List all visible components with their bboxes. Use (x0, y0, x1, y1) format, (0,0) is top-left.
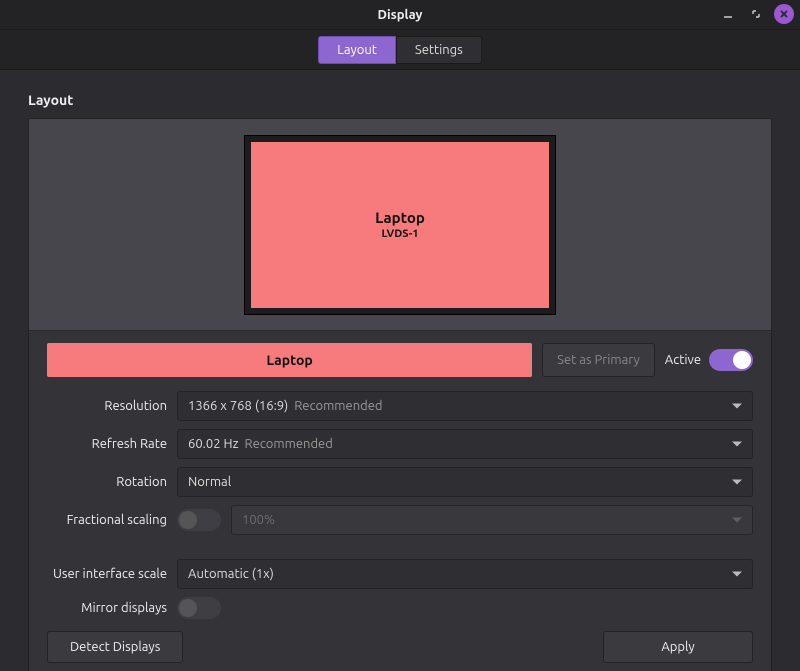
fractional-value: 100% (242, 513, 275, 527)
ui-scale-value: Automatic (1x) (188, 567, 274, 581)
apply-button[interactable]: Apply (603, 631, 753, 663)
rotation-value: Normal (188, 475, 231, 489)
row-resolution: Resolution 1366 x 768 (16:9) Recommended (47, 391, 753, 421)
ui-scale-select[interactable]: Automatic (1x) (177, 559, 753, 589)
close-button[interactable] (774, 4, 794, 24)
tab-settings[interactable]: Settings (396, 36, 482, 64)
row-rotation: Rotation Normal (47, 467, 753, 497)
mirror-toggle[interactable] (177, 597, 221, 619)
chevron-down-icon (732, 518, 742, 523)
display-preview[interactable]: Laptop LVDS-1 (29, 119, 771, 331)
active-toggle[interactable] (709, 349, 753, 371)
refresh-label: Refresh Rate (47, 437, 167, 451)
content: Layout Laptop LVDS-1 Laptop Set as Prima… (0, 70, 800, 671)
chevron-down-icon (732, 572, 742, 577)
active-wrap: Active (665, 349, 753, 371)
resolution-select[interactable]: 1366 x 768 (16:9) Recommended (177, 391, 753, 421)
toggle-knob (179, 511, 197, 529)
form-rows: Resolution 1366 x 768 (16:9) Recommended… (47, 391, 753, 619)
set-primary-button[interactable]: Set as Primary (542, 343, 655, 377)
mirror-label: Mirror displays (47, 601, 167, 615)
window-title: Display (0, 8, 800, 22)
active-label: Active (665, 353, 701, 367)
tabs: Layout Settings (318, 36, 482, 64)
resolution-suffix: Recommended (294, 399, 382, 413)
refresh-select[interactable]: 60.02 Hz Recommended (177, 429, 753, 459)
chevron-down-icon (732, 404, 742, 409)
monitor-connector: LVDS-1 (381, 228, 418, 240)
selected-display-chip: Laptop (47, 343, 532, 377)
maximize-button[interactable] (746, 4, 766, 24)
chevron-down-icon (732, 480, 742, 485)
tab-strip: Layout Settings (0, 30, 800, 70)
resolution-label: Resolution (47, 399, 167, 413)
row-fractional: Fractional scaling 100% (47, 505, 753, 535)
monitor-screen: Laptop LVDS-1 (251, 142, 549, 308)
layout-panel: Laptop LVDS-1 Laptop Set as Primary Acti… (28, 118, 772, 671)
rotation-label: Rotation (47, 475, 167, 489)
resolution-value: 1366 x 768 (16:9) (188, 399, 288, 413)
monitor-name: Laptop (375, 209, 425, 226)
toggle-knob (733, 351, 751, 369)
row-refresh: Refresh Rate 60.02 Hz Recommended (47, 429, 753, 459)
spacer (47, 543, 753, 551)
detect-displays-button[interactable]: Detect Displays (47, 631, 183, 663)
buttons-row: Detect Displays Apply (47, 631, 753, 663)
minimize-button[interactable] (718, 4, 738, 24)
toggle-knob (179, 599, 197, 617)
fractional-toggle[interactable] (177, 509, 221, 531)
ui-scale-label: User interface scale (47, 567, 167, 581)
titlebar: Display (0, 0, 800, 30)
monitor-frame[interactable]: Laptop LVDS-1 (244, 135, 556, 315)
row-ui-scale: User interface scale Automatic (1x) (47, 559, 753, 589)
tab-layout[interactable]: Layout (318, 36, 396, 64)
window-controls (718, 4, 794, 24)
refresh-suffix: Recommended (245, 437, 333, 451)
rotation-select[interactable]: Normal (177, 467, 753, 497)
selected-display-row: Laptop Set as Primary Active (47, 343, 753, 377)
fractional-select: 100% (231, 505, 753, 535)
chevron-down-icon (732, 442, 742, 447)
section-title: Layout (28, 92, 772, 108)
refresh-value: 60.02 Hz (188, 437, 239, 451)
fractional-label: Fractional scaling (47, 513, 167, 527)
row-mirror: Mirror displays (47, 597, 753, 619)
